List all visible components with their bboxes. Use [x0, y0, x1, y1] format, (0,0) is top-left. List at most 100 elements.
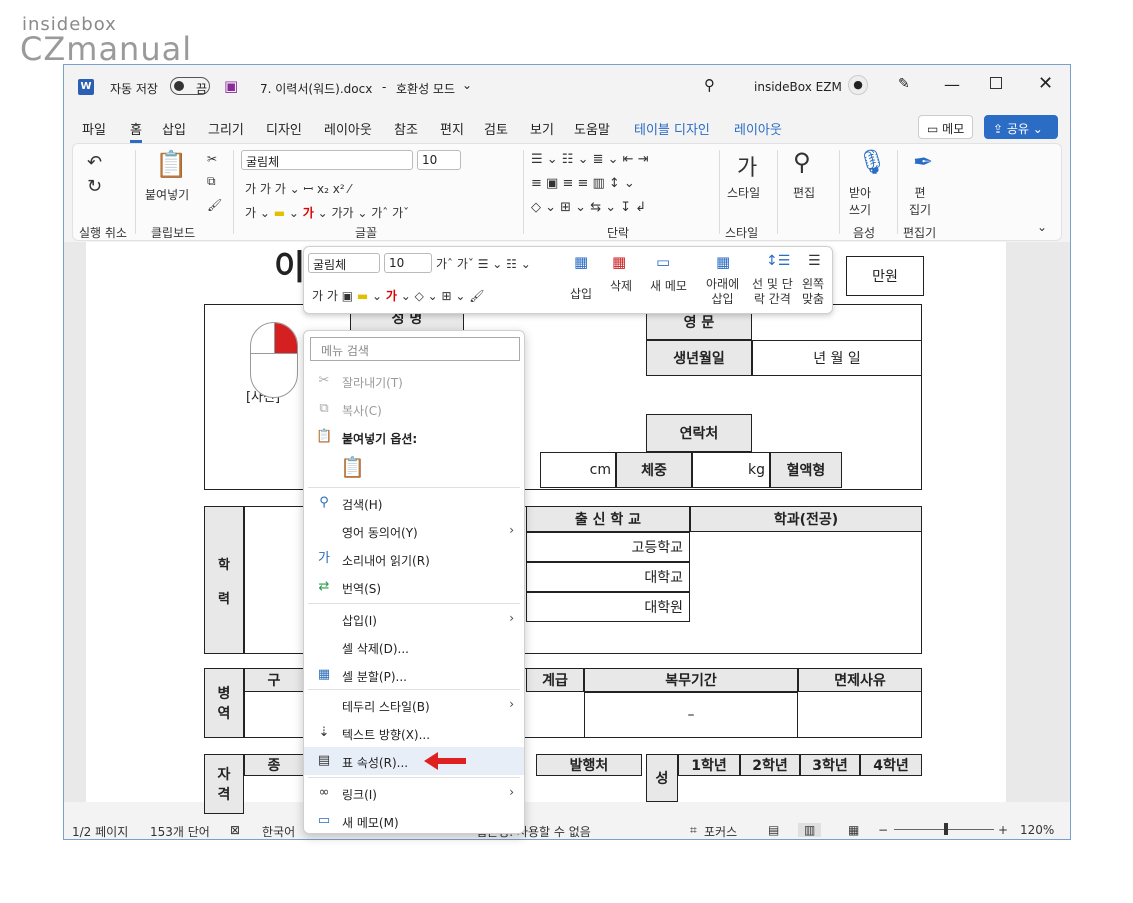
period-value-cell[interactable]: –: [584, 692, 798, 738]
cut-icon[interactable]: ✂: [207, 152, 217, 166]
editor-label[interactable]: 편 집기: [909, 184, 931, 218]
tab-draw[interactable]: 그리기: [208, 119, 244, 138]
user-name[interactable]: insideBox EZM: [754, 80, 842, 94]
menu-item-table-properties[interactable]: ▤ 표 속성(R)...: [304, 747, 524, 775]
exempt-header-cell[interactable]: 면제사유: [798, 668, 922, 692]
font-select[interactable]: 굴림체: [241, 150, 413, 170]
menu-search-input[interactable]: 메뉴 검색: [310, 337, 520, 361]
grow-font-icon[interactable]: 가 가 가 ⌄ ꟷ x₂ x² ⁄: [245, 180, 350, 197]
mini-size-select[interactable]: 10: [384, 253, 432, 273]
minimize-icon[interactable]: —: [944, 75, 960, 94]
grade-label-cell[interactable]: 성: [646, 754, 678, 802]
document-page[interactable]: 이 만원 [사진] 성 명 영 문 생년월일 년 월 일 연락처 cm 체중 k…: [86, 242, 1006, 814]
tab-layout[interactable]: 레이아웃: [324, 119, 372, 138]
menu-item-link[interactable]: ∞ 링크(I) ›: [304, 779, 524, 807]
mini-align-icon[interactable]: ☰: [808, 253, 821, 269]
print-layout-icon[interactable]: ▥: [798, 823, 822, 837]
web-layout-icon[interactable]: ▦: [848, 823, 859, 837]
mini-new-memo-label[interactable]: 새 메모: [650, 277, 687, 294]
mini-align-label[interactable]: 왼쪽 맞춤: [802, 277, 824, 307]
editor-icon[interactable]: ✒: [913, 148, 933, 176]
weight-label-cell[interactable]: 체중: [616, 452, 692, 488]
menu-item-search[interactable]: ⚲ 검색(H): [304, 489, 524, 517]
tab-table-layout[interactable]: 레이아웃: [734, 119, 782, 138]
menu-item-insert[interactable]: 삽입(I) ›: [304, 605, 524, 633]
word-count[interactable]: 153개 단어: [150, 823, 210, 839]
focus-icon[interactable]: ⌗: [690, 823, 697, 838]
tab-mailings[interactable]: 편지: [440, 119, 464, 138]
zoom-out-icon[interactable]: −: [878, 823, 888, 837]
bullets-icon[interactable]: ☰ ⌄ ☷ ⌄ ≣ ⌄ ⇤ ⇥: [531, 152, 649, 167]
shading-icon[interactable]: ◇ ⌄ ⊞ ⌄ ⇆ ⌄ ↧ ↲: [531, 200, 646, 215]
school-header-cell[interactable]: 출 신 학 교: [526, 506, 690, 532]
align-icon[interactable]: ≡ ▣ ≡ ≡ ▥ ↕ ⌄: [531, 176, 635, 191]
read-mode-icon[interactable]: ▤: [768, 823, 779, 837]
zoom-level[interactable]: 120%: [1020, 823, 1054, 837]
birth-value-cell[interactable]: 년 월 일: [752, 340, 922, 376]
tab-file[interactable]: 파일: [82, 119, 106, 138]
tab-table-design[interactable]: 테이블 디자인: [634, 119, 710, 138]
period-header-cell[interactable]: 복무기간: [584, 668, 798, 692]
keep-source-paste-icon[interactable]: 📋: [340, 455, 365, 479]
salary-cell[interactable]: 만원: [846, 256, 924, 296]
microphone-icon[interactable]: 🎙: [857, 148, 887, 176]
zoom-slider-thumb[interactable]: [944, 823, 948, 835]
chevron-down-icon[interactable]: ⌄: [462, 78, 472, 92]
blood-label-cell[interactable]: 혈액형: [770, 452, 842, 488]
major-header-cell[interactable]: 학과(전공): [690, 506, 922, 532]
share-button[interactable]: ⇪ 공유 ⌄: [984, 115, 1058, 139]
search-icon[interactable]: ⚲: [704, 76, 715, 94]
find-icon[interactable]: ⚲: [793, 148, 811, 176]
undo-icon[interactable]: ↶: [87, 152, 102, 173]
year3-cell[interactable]: 3학년: [800, 754, 860, 776]
mini-insert-below-icon[interactable]: ▦: [716, 253, 730, 271]
year2-cell[interactable]: 2학년: [740, 754, 800, 776]
gradschool-cell[interactable]: 대학원: [526, 592, 690, 622]
close-icon[interactable]: ✕: [1038, 73, 1053, 94]
menu-item-text-direction[interactable]: ⇣ 텍스트 방향(X)...: [304, 719, 524, 747]
language[interactable]: 한국어: [262, 823, 295, 839]
cert-label-cell[interactable]: 자 격: [204, 754, 244, 814]
paste-icon[interactable]: 📋: [155, 150, 187, 180]
mini-grow-icon[interactable]: 가ˆ 가ˇ ☰ ⌄ ☷ ⌄: [436, 255, 531, 272]
university-cell[interactable]: 대학교: [526, 562, 690, 592]
proofing-icon[interactable]: ⊠: [230, 823, 240, 837]
dictate-label[interactable]: 받아 쓰기: [849, 184, 871, 218]
height-unit-cell[interactable]: cm: [540, 452, 616, 488]
menu-item-copy[interactable]: ⧉ 복사(C): [304, 395, 524, 423]
issuer-header-cell[interactable]: 발행처: [536, 754, 642, 776]
styles-label[interactable]: 스타일: [727, 184, 760, 201]
pen-icon[interactable]: ✎: [898, 76, 910, 92]
save-icon[interactable]: ▣: [224, 77, 238, 95]
edu-label-cell[interactable]: 학 력: [204, 506, 244, 654]
year4-cell[interactable]: 4학년: [860, 754, 922, 776]
editing-label[interactable]: 편집: [793, 184, 815, 201]
mini-insert-label[interactable]: 삽입: [570, 285, 592, 302]
mini-insert-icon[interactable]: ▦: [574, 253, 588, 271]
cert-type-cell[interactable]: 종: [244, 754, 304, 776]
military-label-cell[interactable]: 병 역: [204, 668, 244, 738]
mini-spacing-label[interactable]: 선 및 단 락 간격: [752, 277, 793, 307]
tab-insert[interactable]: 삽입: [162, 119, 186, 138]
tab-home[interactable]: 홈: [130, 119, 142, 143]
mini-font-select[interactable]: 굴림체: [308, 253, 380, 273]
page-count[interactable]: 1/2 페이지: [72, 823, 128, 839]
weight-unit-cell[interactable]: kg: [692, 452, 770, 488]
format-painter-icon[interactable]: 🖌: [207, 198, 222, 212]
focus-mode[interactable]: 포커스: [704, 823, 737, 839]
copy-icon[interactable]: ⧉: [207, 174, 216, 189]
paste-label[interactable]: 붙여넣기: [145, 186, 189, 203]
maximize-icon[interactable]: [990, 77, 1002, 89]
menu-item-split-cells[interactable]: ▦ 셀 분할(P)...: [304, 661, 524, 689]
mini-spacing-icon[interactable]: ↕☰: [766, 253, 790, 269]
font-color-icon[interactable]: 가 ⌄ ▬ ⌄ 가 ⌄ 가가 ⌄ 가ˆ 가ˇ: [245, 204, 409, 221]
mini-delete-icon[interactable]: ▦: [612, 253, 626, 271]
contact-label-cell[interactable]: 연락처: [646, 414, 752, 452]
styles-icon[interactable]: 가: [737, 150, 757, 182]
menu-item-read-aloud[interactable]: 가 소리내어 읽기(R): [304, 545, 524, 573]
menu-item-translate[interactable]: ⇄ 번역(S): [304, 573, 524, 601]
redo-icon[interactable]: ↻: [87, 176, 102, 197]
tab-review[interactable]: 검토: [484, 119, 508, 138]
tab-help[interactable]: 도움말: [574, 119, 610, 138]
mini-memo-icon[interactable]: ▭: [656, 253, 670, 271]
